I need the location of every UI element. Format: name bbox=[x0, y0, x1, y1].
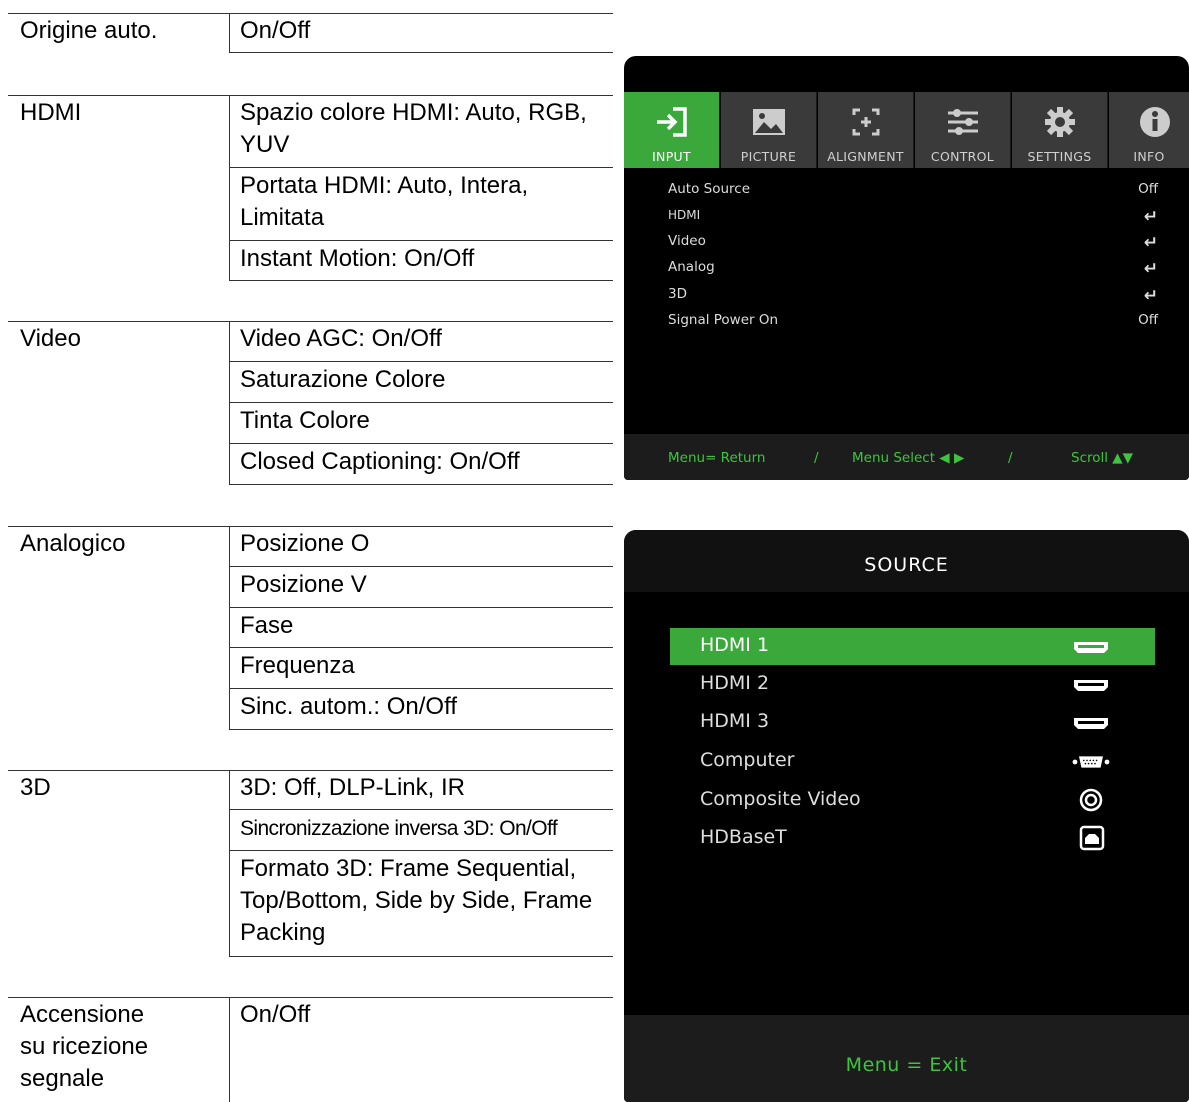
footer-select: Menu Select ◀ ▶ bbox=[852, 450, 965, 466]
source-label: Computer bbox=[700, 749, 795, 771]
table-value: Formato 3D: Frame Sequential, Top/Bottom… bbox=[230, 851, 613, 957]
table-value: Portata HDMI: Auto, Intera, Limitata bbox=[230, 168, 613, 241]
source-label: HDMI 2 bbox=[700, 672, 770, 694]
enter-icon: ↵ bbox=[1143, 207, 1158, 227]
table-value: Video AGC: On/Off bbox=[230, 321, 613, 362]
menu-item-hdmi[interactable]: HDMI ↵ bbox=[668, 207, 1158, 233]
source-item-hdmi-2[interactable]: HDMI 2 bbox=[670, 666, 1155, 703]
tab-input[interactable]: INPUT bbox=[624, 92, 720, 168]
table-key: Analogico bbox=[20, 530, 126, 557]
footer-scroll: Scroll ▲▼ bbox=[1071, 450, 1134, 466]
tab-bar: INPUT PICTURE ALIGNMENT CONTROL SETTINGS… bbox=[624, 92, 1189, 168]
source-label: HDBaseT bbox=[700, 826, 787, 848]
table-value: 3D: Off, DLP-Link, IR bbox=[230, 770, 613, 810]
enter-icon: ↵ bbox=[1143, 286, 1158, 306]
menu-item-value: Off bbox=[1138, 312, 1158, 328]
source-menu-panel: SOURCE HDMI 1 HDMI 2 HDMI 3 Computer Com… bbox=[624, 530, 1189, 1102]
hdmi-port-icon bbox=[1074, 718, 1108, 729]
input-icon bbox=[656, 107, 687, 137]
gear-icon bbox=[1044, 107, 1075, 137]
source-item-computer[interactable]: Computer bbox=[670, 743, 1155, 780]
table-value: Saturazione Colore bbox=[230, 362, 613, 403]
table-value: Sinc. autom.: On/Off bbox=[230, 689, 613, 730]
tab-label: SETTINGS bbox=[1027, 149, 1092, 164]
tab-info[interactable]: INFO bbox=[1109, 92, 1189, 168]
menu-item-label: Signal Power On bbox=[668, 312, 779, 328]
menu-item-label: Analog bbox=[668, 259, 715, 275]
source-label: HDMI 1 bbox=[700, 634, 770, 656]
table-key: Accensione su ricezione segnale bbox=[20, 1001, 149, 1092]
menu-item-3d[interactable]: 3D ↵ bbox=[668, 286, 1158, 312]
menu-footer: Menu= Return / Menu Select ◀ ▶ / Scroll … bbox=[624, 434, 1189, 480]
info-icon bbox=[1140, 107, 1170, 137]
source-title: SOURCE bbox=[624, 530, 1189, 592]
table-value: On/Off bbox=[240, 1001, 311, 1028]
table-value: On/Off bbox=[230, 13, 613, 53]
menu-item-value: Off bbox=[1138, 181, 1158, 197]
menu-item-label: HDMI bbox=[668, 208, 701, 222]
table-value: Tinta Colore bbox=[230, 403, 613, 444]
table-value: Frequenza bbox=[230, 648, 613, 689]
tab-label: INPUT bbox=[652, 149, 691, 164]
tab-alignment[interactable]: ALIGNMENT bbox=[818, 92, 914, 168]
table-value: Sincronizzazione inversa 3D: On/Off bbox=[230, 810, 613, 851]
table-key: Origine auto. bbox=[20, 17, 158, 44]
menu-item-video[interactable]: Video ↵ bbox=[668, 233, 1158, 259]
source-item-hdmi-3[interactable]: HDMI 3 bbox=[670, 704, 1155, 741]
menu-item-label: Video bbox=[668, 233, 706, 249]
hdbaset-port-icon bbox=[1079, 825, 1105, 851]
control-icon bbox=[947, 109, 978, 135]
source-label: HDMI 3 bbox=[700, 710, 770, 732]
footer-separator: / bbox=[1008, 450, 1013, 466]
hdmi-port-icon bbox=[1074, 680, 1108, 691]
table-value: Posizione V bbox=[230, 567, 613, 608]
source-item-composite-video[interactable]: Composite Video bbox=[670, 782, 1155, 819]
tab-picture[interactable]: PICTURE bbox=[721, 92, 817, 168]
source-item-hdmi-1[interactable]: HDMI 1 bbox=[670, 628, 1155, 665]
table-key: Video bbox=[20, 325, 81, 352]
table-key: 3D bbox=[20, 774, 51, 801]
enter-icon: ↵ bbox=[1143, 233, 1158, 253]
table-value: Fase bbox=[230, 608, 613, 648]
osd-menu-panel: vivitek INPUT PICTURE ALIGNMENT CONTROL … bbox=[624, 56, 1189, 480]
menu-item-signal-power-on[interactable]: Signal Power On Off bbox=[668, 312, 1158, 338]
source-label: Composite Video bbox=[700, 788, 861, 810]
tab-label: ALIGNMENT bbox=[827, 149, 904, 164]
footer-separator: / bbox=[814, 450, 819, 466]
menu-item-auto-source[interactable]: Auto Source Off bbox=[668, 181, 1158, 207]
tab-label: CONTROL bbox=[930, 149, 995, 164]
tab-settings[interactable]: SETTINGS bbox=[1012, 92, 1108, 168]
hdmi-port-icon bbox=[1074, 642, 1108, 653]
table-value: Posizione O bbox=[230, 526, 613, 567]
table-key: HDMI bbox=[20, 99, 82, 126]
table-value: Closed Captioning: On/Off bbox=[230, 444, 613, 485]
rca-port-icon bbox=[1079, 788, 1103, 812]
menu-item-analog[interactable]: Analog ↵ bbox=[668, 259, 1158, 285]
picture-icon bbox=[752, 109, 785, 135]
tab-label: INFO bbox=[1133, 149, 1165, 164]
tab-label: PICTURE bbox=[740, 149, 797, 164]
menu-item-label: 3D bbox=[668, 286, 687, 302]
enter-icon: ↵ bbox=[1143, 259, 1158, 279]
alignment-icon bbox=[852, 108, 879, 136]
footer-return: Menu= Return bbox=[668, 450, 766, 466]
table-value: Spazio colore HDMI: Auto, RGB, YUV bbox=[230, 95, 613, 168]
tab-control[interactable]: CONTROL bbox=[915, 92, 1011, 168]
table-value: Instant Motion: On/Off bbox=[230, 241, 613, 281]
vga-port-icon bbox=[1072, 756, 1110, 768]
source-item-hdbaset[interactable]: HDBaseT bbox=[670, 820, 1155, 857]
menu-item-label: Auto Source bbox=[668, 181, 751, 197]
source-footer: Menu = Exit bbox=[624, 1015, 1189, 1102]
